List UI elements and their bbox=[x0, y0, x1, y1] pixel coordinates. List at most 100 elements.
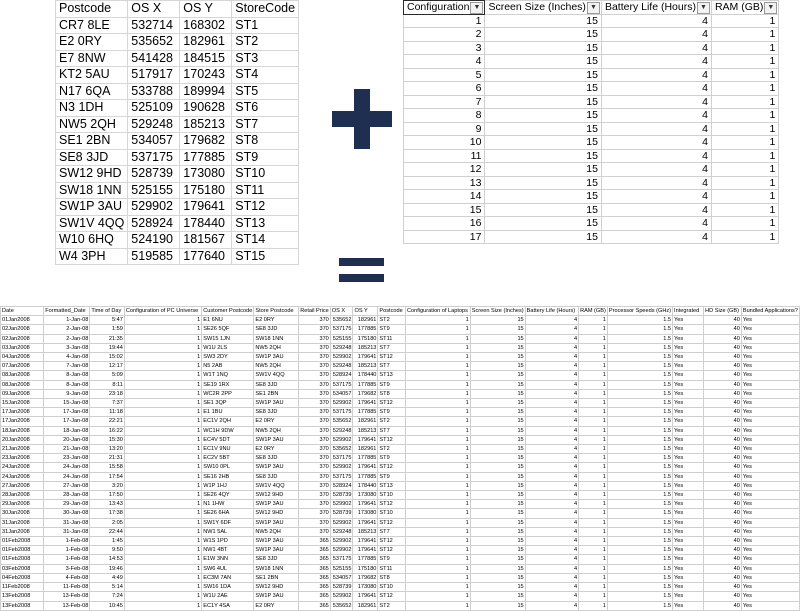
table-cell: 2 bbox=[402, 27, 486, 42]
table-cell: E2 0RY bbox=[54, 33, 129, 51]
table-cell: 370 bbox=[298, 388, 331, 400]
table-cell: 179682 bbox=[179, 132, 233, 150]
table-cell: 17Jan2008 bbox=[0, 416, 45, 427]
table-cell: 528924 bbox=[329, 370, 354, 381]
table-cell: W1U 2LS bbox=[201, 342, 255, 354]
table-cell: 40 bbox=[703, 572, 742, 584]
filter-dropdown-icon[interactable]: ▼ bbox=[696, 2, 710, 14]
configuration-header-cell[interactable]: RAM (GB) ▼ bbox=[710, 0, 780, 15]
table-cell: 1 bbox=[405, 545, 471, 556]
table-cell: 365 bbox=[298, 600, 331, 611]
table-row: SE1 2BN 534057 179682 ST8 bbox=[54, 132, 300, 150]
merged-table-header-cell: Customer Postcode bbox=[201, 305, 255, 317]
table-cell: SW1P 3AU bbox=[253, 499, 300, 510]
table-cell: 1 bbox=[710, 54, 780, 69]
table-cell: SE8 3JD bbox=[253, 324, 300, 335]
table-cell: Yes bbox=[672, 536, 705, 547]
table-cell: 11-Feb-08 bbox=[43, 582, 91, 593]
table-cell: 15 bbox=[469, 398, 526, 409]
table-cell: 528924 bbox=[329, 480, 354, 492]
table-cell: 1 bbox=[123, 536, 203, 547]
table-cell: ST2 bbox=[377, 600, 407, 611]
table-cell: 1 bbox=[123, 545, 203, 556]
table-cell: 534057 bbox=[329, 572, 354, 584]
table-cell: 1.5 bbox=[606, 434, 674, 446]
table-cell: 8-Jan-08 bbox=[43, 370, 91, 381]
table-row: SW1P 3AU 529902 179641 ST12 bbox=[54, 198, 300, 216]
table-cell: 1-Jan-08 bbox=[43, 315, 91, 326]
table-cell: E7 8NW bbox=[54, 49, 129, 67]
table-cell: 1 bbox=[123, 361, 203, 372]
table-cell: NW5 2QH bbox=[253, 361, 300, 372]
table-row: 13 15 4 1 bbox=[402, 175, 780, 190]
table-cell: 1 bbox=[578, 370, 608, 381]
table-cell: 1.5 bbox=[606, 379, 674, 390]
table-cell: 28-Jan-08 bbox=[43, 490, 91, 501]
table-cell: SE8 3JD bbox=[253, 453, 300, 464]
merged-table-header-cell: HD Size (GB) bbox=[703, 305, 742, 317]
table-cell: 370 bbox=[298, 370, 331, 381]
table-cell: 40 bbox=[703, 333, 742, 344]
table-cell: ST13 bbox=[231, 214, 300, 232]
configuration-header-cell[interactable]: Configuration ▼ bbox=[402, 0, 486, 15]
table-cell: SE1 2BN bbox=[253, 572, 300, 584]
table-cell: 4 bbox=[600, 108, 712, 123]
configuration-header-cell[interactable]: Screen Size (Inches) ▼ bbox=[484, 0, 602, 15]
filter-dropdown-icon[interactable]: ▼ bbox=[764, 2, 778, 14]
table-cell: 15 bbox=[469, 333, 526, 344]
table-cell: Yes bbox=[740, 388, 800, 400]
table-cell: 1 bbox=[710, 81, 780, 96]
table-cell: 1 bbox=[405, 499, 471, 510]
table-cell: 4 bbox=[524, 563, 580, 574]
table-cell: 365 bbox=[298, 536, 331, 547]
table-cell: 370 bbox=[298, 315, 331, 326]
table-cell: 7-Jan-08 bbox=[43, 361, 91, 372]
filter-dropdown-icon[interactable]: ▼ bbox=[470, 2, 484, 14]
table-cell: 5 bbox=[402, 67, 486, 82]
table-cell: 2:05 bbox=[89, 517, 125, 528]
table-cell: ST5 bbox=[231, 82, 300, 100]
table-cell: Yes bbox=[740, 352, 800, 363]
table-cell: 1 bbox=[578, 600, 608, 611]
table-cell: 15 bbox=[469, 536, 526, 547]
table-cell: 1 bbox=[578, 352, 608, 363]
table-cell: Yes bbox=[672, 379, 705, 390]
table-cell: 15 bbox=[469, 453, 526, 464]
table-cell: 15 bbox=[469, 554, 526, 565]
table-cell: 4 bbox=[524, 425, 580, 436]
table-row: 03Feb2008 3-Feb-08 19:46 1 SW6 4UL SW18 1NN 36… bbox=[0, 563, 800, 574]
configuration-header-label: RAM (GB) bbox=[714, 1, 764, 13]
table-cell: 1 bbox=[405, 490, 471, 501]
table-row: 1 15 4 1 bbox=[402, 13, 780, 28]
table-cell: 15 bbox=[469, 600, 526, 611]
table-cell: ST2 bbox=[231, 33, 300, 51]
table-cell: ST10 bbox=[231, 165, 300, 183]
table-cell: 40 bbox=[703, 554, 742, 565]
table-cell: 4 bbox=[524, 434, 580, 446]
table-cell: 15 bbox=[469, 315, 526, 326]
table-cell: 22:44 bbox=[89, 526, 125, 538]
table-row: 17Jan2008 17-Jan-08 11:18 1 E1 1BU SE8 3JD 370… bbox=[0, 407, 800, 418]
table-cell: 4 bbox=[600, 94, 712, 109]
table-cell: 4 bbox=[524, 333, 580, 344]
table-row: 13Feb2008 13-Feb-08 7:24 1 W1U 2AE SW1P 3AU 36… bbox=[0, 591, 800, 602]
table-row: N17 6QA 533788 189994 ST5 bbox=[54, 82, 300, 100]
table-cell: 15Jan2008 bbox=[0, 398, 45, 409]
table-cell: 21:35 bbox=[89, 333, 125, 344]
configuration-header-cell[interactable]: Battery Life (Hours) ▼ bbox=[600, 0, 712, 15]
table-cell: 529902 bbox=[329, 545, 354, 556]
table-cell: 01Feb2008 bbox=[0, 536, 45, 547]
table-cell: 4 bbox=[600, 13, 712, 28]
table-cell: Yes bbox=[672, 416, 705, 427]
table-cell: 15 bbox=[484, 148, 602, 163]
table-cell: 1 bbox=[123, 333, 203, 344]
table-cell: Yes bbox=[672, 582, 705, 593]
table-cell: Yes bbox=[740, 379, 800, 390]
table-cell: 529248 bbox=[329, 361, 354, 372]
table-row: SE8 3JD 537175 177885 ST9 bbox=[54, 148, 300, 166]
table-cell: ST9 bbox=[231, 148, 300, 166]
table-row: 20Jan2008 20-Jan-08 15:30 1 EC4V 5DT SW1P 3AU… bbox=[0, 434, 800, 446]
table-cell: 1 bbox=[405, 407, 471, 418]
filter-dropdown-icon[interactable]: ▼ bbox=[586, 2, 600, 14]
table-cell: 15 bbox=[484, 13, 602, 28]
